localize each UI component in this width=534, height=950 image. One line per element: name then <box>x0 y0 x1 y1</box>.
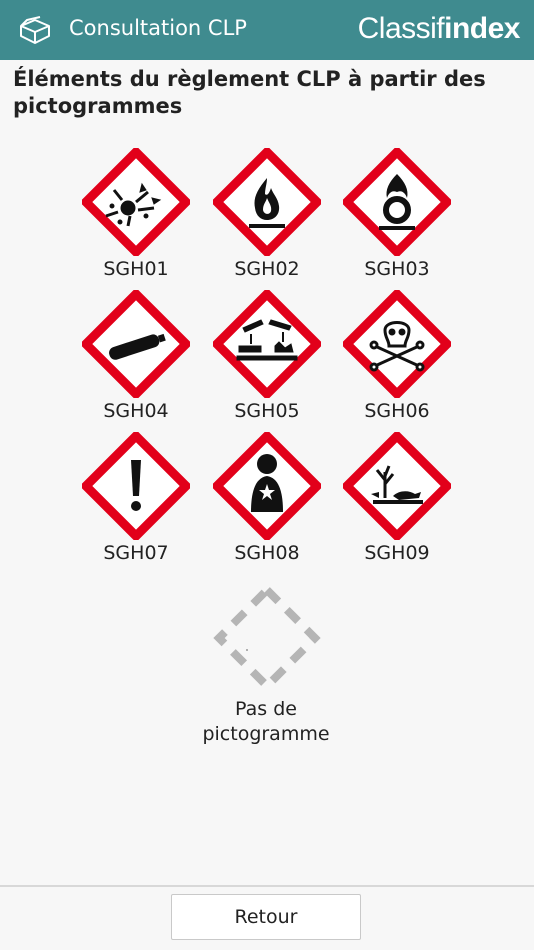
pictogram-sgh06[interactable]: SGH06 <box>332 290 462 422</box>
brand-logo: Classifindex <box>357 12 521 46</box>
skull-crossbones-icon <box>343 290 451 398</box>
pictogram-sgh03[interactable]: SGH03 <box>332 148 462 280</box>
pictogram-code: SGH05 <box>234 400 300 422</box>
app-title: Consultation CLP <box>69 16 247 40</box>
health-hazard-icon <box>213 432 321 540</box>
pictogram-sgh09[interactable]: SGH09 <box>332 432 462 564</box>
pictogram-sgh08[interactable]: SGH08 <box>202 432 332 564</box>
pictogram-code: SGH06 <box>364 400 430 422</box>
no-pictogram-line1: Pas de <box>235 698 297 720</box>
pictogram-code: SGH01 <box>103 258 169 280</box>
open-box-icon[interactable] <box>18 16 52 46</box>
flame-over-circle-icon <box>343 148 451 256</box>
pictogram-code: SGH04 <box>103 400 169 422</box>
pictogram-code: SGH08 <box>234 542 300 564</box>
pictogram-code: SGH02 <box>234 258 300 280</box>
top-bar: Consultation CLP Classifindex <box>0 0 534 60</box>
page-heading: Éléments du règlement CLP à partir des p… <box>13 67 486 118</box>
pictogram-sgh01[interactable]: SGH01 <box>71 148 201 280</box>
pictogram-sgh02[interactable]: SGH02 <box>202 148 332 280</box>
exploding-bomb-icon <box>82 148 190 256</box>
no-pictogram-label: Pas de pictogramme <box>186 697 346 747</box>
brand-bold-text: index <box>444 12 520 45</box>
brand-light-text: Classif <box>357 12 445 45</box>
gas-cylinder-icon <box>82 290 190 398</box>
corrosion-icon <box>213 290 321 398</box>
no-pictogram-line2: pictogramme <box>202 723 330 745</box>
pictogram-sgh07[interactable]: SGH07 <box>71 432 201 564</box>
pictogram-sgh04[interactable]: SGH04 <box>71 290 201 422</box>
no-pictogram-option[interactable] <box>202 584 332 692</box>
footer-divider <box>0 885 534 887</box>
pictogram-code: SGH09 <box>364 542 430 564</box>
pictogram-code: SGH07 <box>103 542 169 564</box>
pictogram-code: SGH03 <box>364 258 430 280</box>
back-button[interactable]: Retour <box>171 894 361 940</box>
flame-icon <box>213 148 321 256</box>
exclamation-mark-icon <box>82 432 190 540</box>
pictogram-sgh05[interactable]: SGH05 <box>202 290 332 422</box>
dashed-diamond-icon <box>213 584 321 692</box>
environment-icon <box>343 432 451 540</box>
